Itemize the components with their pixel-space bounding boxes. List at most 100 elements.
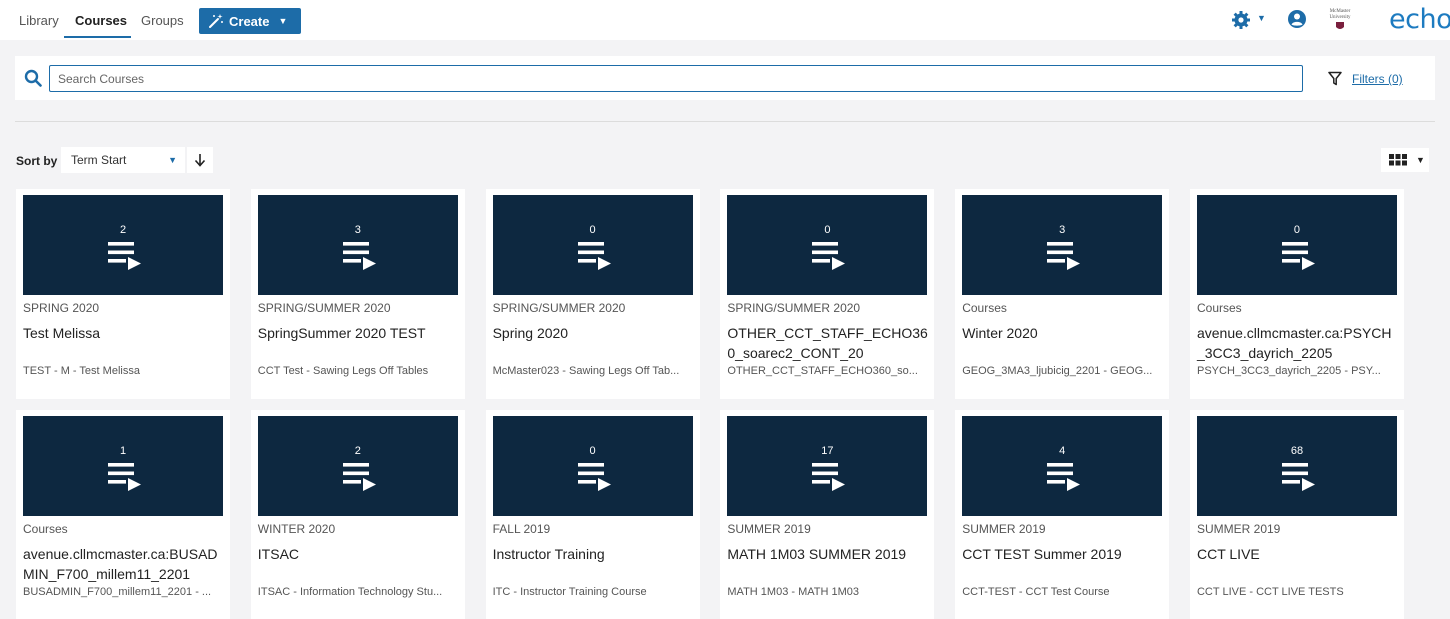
course-title[interactable]: SpringSummer 2020 TEST — [258, 323, 460, 343]
course-card[interactable]: 4 SUMMER 2019 CCT TEST Summer 2019 CCT-T… — [955, 410, 1170, 619]
course-thumbnail[interactable]: 3 — [962, 195, 1163, 295]
playlist-icon — [1047, 242, 1081, 270]
media-count: 1 — [119, 445, 127, 457]
media-count: 68 — [1290, 445, 1304, 457]
filter-icon[interactable] — [1328, 71, 1342, 86]
create-button-label: Create — [229, 13, 270, 29]
playlist-icon — [108, 463, 141, 491]
echo-brand-logo: echo — [1389, 4, 1450, 35]
course-section: CCT LIVE - CCT LIVE TESTS — [1196, 586, 1344, 598]
playlist-icon — [108, 242, 141, 270]
course-term: SPRING/SUMMER 2020 — [492, 301, 626, 315]
course-thumbnail[interactable]: 1 — [23, 416, 223, 516]
media-count: 0 — [1293, 224, 1301, 236]
course-card[interactable]: 17 SUMMER 2019 MATH 1M03 SUMMER 2019 MAT… — [720, 410, 935, 619]
create-button[interactable]: Create ▼ — [199, 8, 301, 34]
course-thumbnail[interactable]: 4 — [962, 416, 1163, 516]
course-title[interactable]: CCT TEST Summer 2019 — [962, 544, 1164, 564]
tab-courses[interactable]: Courses — [75, 13, 127, 28]
grid-view-icon — [1389, 154, 1407, 166]
course-title[interactable]: OTHER_CCT_STAFF_ECHO360_soarec2_CONT_20 — [727, 323, 929, 363]
course-title[interactable]: Test Melissa — [23, 323, 225, 343]
course-card[interactable]: 0 SPRING/SUMMER 2020 OTHER_CCT_STAFF_ECH… — [720, 189, 935, 399]
course-term: Courses — [962, 301, 1007, 315]
course-thumbnail[interactable]: 68 — [1196, 416, 1397, 516]
user-account-icon[interactable] — [1287, 9, 1307, 29]
media-count: 2 — [354, 445, 361, 457]
tab-groups[interactable]: Groups — [141, 13, 184, 28]
active-tab-indicator — [64, 36, 131, 38]
course-section: PSYCH_3CC3_dayrich_2205 - PSY... — [1196, 365, 1381, 377]
filters-link[interactable]: Filters (0) — [1352, 72, 1403, 86]
playlist-icon — [1281, 463, 1315, 491]
gear-icon[interactable] — [1231, 10, 1251, 30]
top-navigation: Library Courses Groups Create ▼ ▼ McMast… — [0, 0, 1450, 40]
playlist-icon — [1281, 242, 1315, 270]
course-thumbnail[interactable]: 2 — [257, 416, 458, 516]
course-title[interactable]: Winter 2020 — [962, 323, 1164, 343]
course-section: ITSAC - Information Technology Stu... — [257, 586, 443, 598]
course-thumbnail[interactable]: 0 — [727, 195, 928, 295]
course-thumbnail[interactable]: 2 — [23, 195, 223, 295]
course-card[interactable]: 0 Courses avenue.cllmcmaster.ca:PSYCH_3C… — [1189, 189, 1404, 399]
course-term: WINTER 2020 — [257, 522, 336, 536]
arrow-down-icon — [194, 154, 206, 167]
course-title[interactable]: Instructor Training — [493, 544, 695, 564]
course-card[interactable]: 3 SPRING/SUMMER 2020 SpringSummer 2020 T… — [250, 189, 465, 399]
course-title[interactable]: MATH 1M03 SUMMER 2019 — [727, 544, 929, 564]
course-thumbnail[interactable]: 17 — [727, 416, 928, 516]
course-title[interactable]: avenue.cllmcmaster.ca:PSYCH_3CC3_dayrich… — [1197, 323, 1399, 363]
chevron-down-icon: ▼ — [168, 155, 177, 165]
search-panel: Filters (0) — [15, 56, 1435, 100]
course-card[interactable]: 0 FALL 2019 Instructor Training ITC - In… — [485, 410, 700, 619]
media-count: 17 — [821, 445, 834, 457]
sort-by-label: Sort by — [16, 154, 58, 168]
chevron-down-icon[interactable]: ▼ — [1257, 13, 1266, 23]
playlist-icon — [342, 463, 376, 491]
course-thumbnail[interactable]: 0 — [492, 195, 693, 295]
course-card[interactable]: 2 SPRING 2020 Test Melissa TEST - M - Te… — [16, 189, 230, 399]
media-count: 0 — [589, 224, 596, 236]
course-title[interactable]: ITSAC — [258, 544, 460, 564]
course-section: McMaster023 - Sawing Legs Off Tab... — [492, 365, 680, 377]
course-section: GEOG_3MA3_ljubicig_2201 - GEOG... — [962, 365, 1153, 377]
course-card[interactable]: 3 Courses Winter 2020 GEOG_3MA3_ljubicig… — [955, 189, 1170, 399]
media-count: 3 — [354, 224, 361, 236]
course-section: CCT Test - Sawing Legs Off Tables — [257, 365, 429, 377]
playlist-icon — [812, 463, 846, 491]
course-section: ITC - Instructor Training Course — [492, 586, 647, 598]
course-title[interactable]: CCT LIVE — [1197, 544, 1399, 564]
course-term: Courses — [23, 522, 68, 536]
institution-logo: McMaster University — [1324, 9, 1356, 31]
course-term: SPRING 2020 — [23, 301, 100, 315]
course-card[interactable]: 2 WINTER 2020 ITSAC ITSAC - Information … — [250, 410, 465, 619]
course-thumbnail[interactable]: 0 — [1196, 195, 1397, 295]
course-title[interactable]: avenue.cllmcmaster.ca:BUSADMIN_F700_mill… — [23, 544, 225, 584]
sort-select[interactable]: Term Start ▼ — [61, 147, 185, 173]
playlist-icon — [1047, 463, 1081, 491]
playlist-icon — [577, 463, 611, 491]
course-section: CCT-TEST - CCT Test Course — [962, 586, 1110, 598]
course-card[interactable]: 68 SUMMER 2019 CCT LIVE CCT LIVE - CCT L… — [1189, 410, 1404, 619]
tab-library[interactable]: Library — [19, 13, 59, 28]
media-count: 3 — [1059, 224, 1066, 236]
sort-select-value: Term Start — [71, 153, 127, 167]
playlist-icon — [577, 242, 611, 270]
media-count: 4 — [1059, 445, 1066, 457]
course-grid: 2 SPRING 2020 Test Melissa TEST - M - Te… — [16, 189, 1404, 619]
course-term: SUMMER 2019 — [962, 522, 1046, 536]
course-term: SUMMER 2019 — [1196, 522, 1281, 536]
chevron-down-icon: ▼ — [1416, 155, 1425, 165]
media-count: 2 — [119, 224, 127, 236]
course-thumbnail[interactable]: 0 — [492, 416, 693, 516]
view-mode-toggle[interactable]: ▼ — [1381, 148, 1429, 172]
course-card[interactable]: 0 SPRING/SUMMER 2020 Spring 2020 McMaste… — [485, 189, 700, 399]
search-icon[interactable] — [24, 69, 42, 87]
course-card[interactable]: 1 Courses avenue.cllmcmaster.ca:BUSADMIN… — [16, 410, 230, 619]
course-thumbnail[interactable]: 3 — [257, 195, 458, 295]
sort-direction-button[interactable] — [187, 147, 213, 173]
chevron-down-icon: ▼ — [278, 16, 288, 26]
search-input[interactable] — [49, 65, 1303, 92]
course-title[interactable]: Spring 2020 — [493, 323, 695, 343]
playlist-icon — [812, 242, 846, 270]
